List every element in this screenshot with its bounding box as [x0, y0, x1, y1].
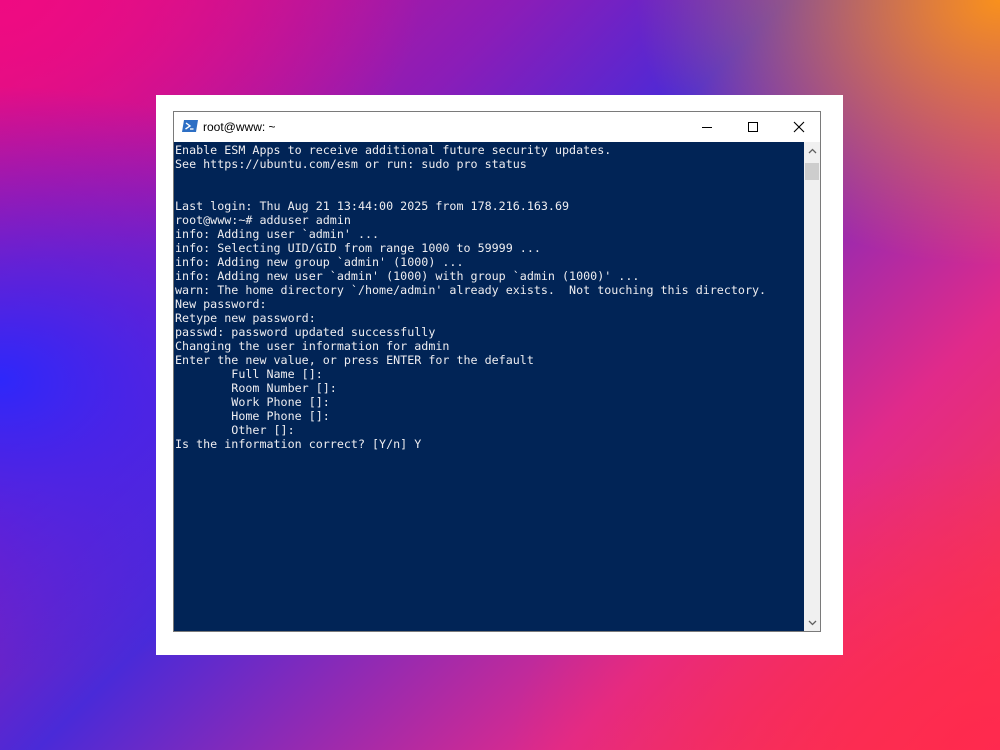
terminal-line: Work Phone []: — [175, 395, 330, 409]
maximize-icon — [748, 122, 758, 132]
terminal-text: Enable ESM Apps to receive additional fu… — [175, 143, 766, 451]
vertical-scrollbar[interactable] — [804, 142, 820, 631]
terminal-line: Other []: — [175, 423, 295, 437]
maximize-button[interactable] — [730, 112, 776, 142]
scroll-down-button[interactable] — [804, 614, 820, 631]
chevron-down-icon — [808, 620, 816, 625]
scrollbar-thumb[interactable] — [805, 163, 819, 180]
terminal-line: Last login: Thu Aug 21 13:44:00 2025 fro… — [175, 199, 570, 213]
chevron-up-icon — [808, 148, 816, 153]
terminal-line: Room Number []: — [175, 381, 337, 395]
terminal-line: info: Adding new user `admin' (1000) wit… — [175, 269, 640, 283]
close-icon — [793, 121, 805, 133]
terminal-line: info: Adding user `admin' ... — [175, 227, 380, 241]
terminal-window[interactable]: root@www: ~ Enable ESM Apps to receive a… — [173, 111, 821, 632]
terminal-line: Full Name []: — [175, 367, 323, 381]
terminal-line: See https://ubuntu.com/esm or run: sudo … — [175, 157, 527, 171]
close-button[interactable] — [776, 112, 822, 142]
terminal-line: New password: — [175, 297, 267, 311]
terminal-line: Retype new password: — [175, 311, 316, 325]
terminal-line: Is the information correct? [Y/n] Y — [175, 437, 422, 451]
scroll-up-button[interactable] — [804, 142, 820, 159]
terminal-line: passwd: password updated successfully — [175, 325, 436, 339]
terminal-output[interactable]: Enable ESM Apps to receive additional fu… — [174, 142, 804, 631]
title-bar[interactable]: root@www: ~ — [174, 112, 820, 142]
powershell-icon — [182, 119, 198, 133]
terminal-line: info: Adding new group `admin' (1000) ..… — [175, 255, 464, 269]
minimize-icon — [702, 127, 712, 128]
terminal-line: Enable ESM Apps to receive additional fu… — [175, 143, 612, 157]
window-title: root@www: ~ — [203, 120, 276, 134]
terminal-line: root@www:~# adduser admin — [175, 213, 351, 227]
terminal-line: Changing the user information for admin — [175, 339, 450, 353]
terminal-line: Home Phone []: — [175, 409, 330, 423]
terminal-line: Enter the new value, or press ENTER for … — [175, 353, 534, 367]
terminal-line: info: Selecting UID/GID from range 1000 … — [175, 241, 541, 255]
terminal-line: warn: The home directory `/home/admin' a… — [175, 283, 767, 297]
minimize-button[interactable] — [684, 112, 730, 142]
